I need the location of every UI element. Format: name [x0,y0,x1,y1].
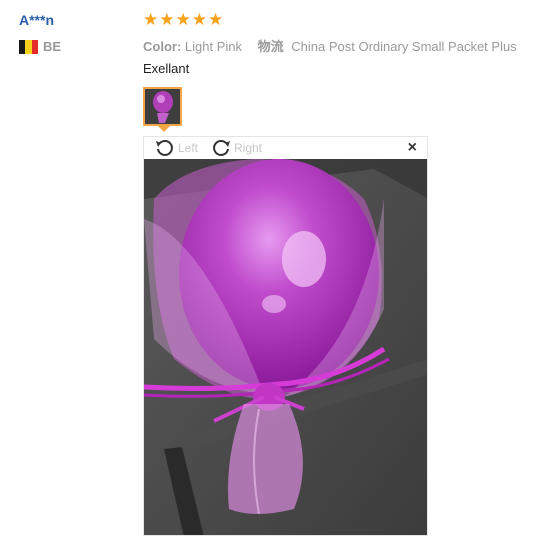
reviewer-name[interactable]: A***n [19,12,54,28]
thumbnail-pointer [158,126,170,132]
belgium-flag-icon [19,39,38,54]
color-label: Color: [143,39,182,54]
photo-viewer: Left Right × [143,136,428,536]
country-code: BE [43,39,62,54]
color-value: Light Pink [184,39,242,54]
rotate-right-icon [213,140,230,156]
reviewer-country: BE [19,39,61,54]
star-icon: ★ [143,10,159,29]
rotate-right-label: Right [234,141,263,155]
product-attributes: Color: Light Pink 物流 China Post Ordinary… [143,36,529,55]
star-icon: ★ [175,10,191,29]
star-icon: ★ [159,10,175,29]
review-photo-thumbnail[interactable] [143,87,182,126]
rotate-right-button[interactable]: Right [210,138,262,158]
close-viewer-button[interactable]: × [408,140,417,156]
review-text: Exellant [143,61,190,76]
shipping-value: China Post Ordinary Small Packet Plus [291,39,517,54]
review-photo [144,159,427,535]
rotate-left-button[interactable]: Left [154,138,198,158]
star-icon: ★ [208,10,224,29]
thumbnail-image [145,89,180,124]
rotate-left-icon [156,140,173,156]
rotate-left-label: Left [178,141,199,155]
star-rating: ★ ★ ★ ★ ★ [143,11,224,29]
shipping-label: 物流 [257,39,284,54]
star-icon: ★ [191,10,207,29]
viewer-toolbar: Left Right × [144,137,427,159]
